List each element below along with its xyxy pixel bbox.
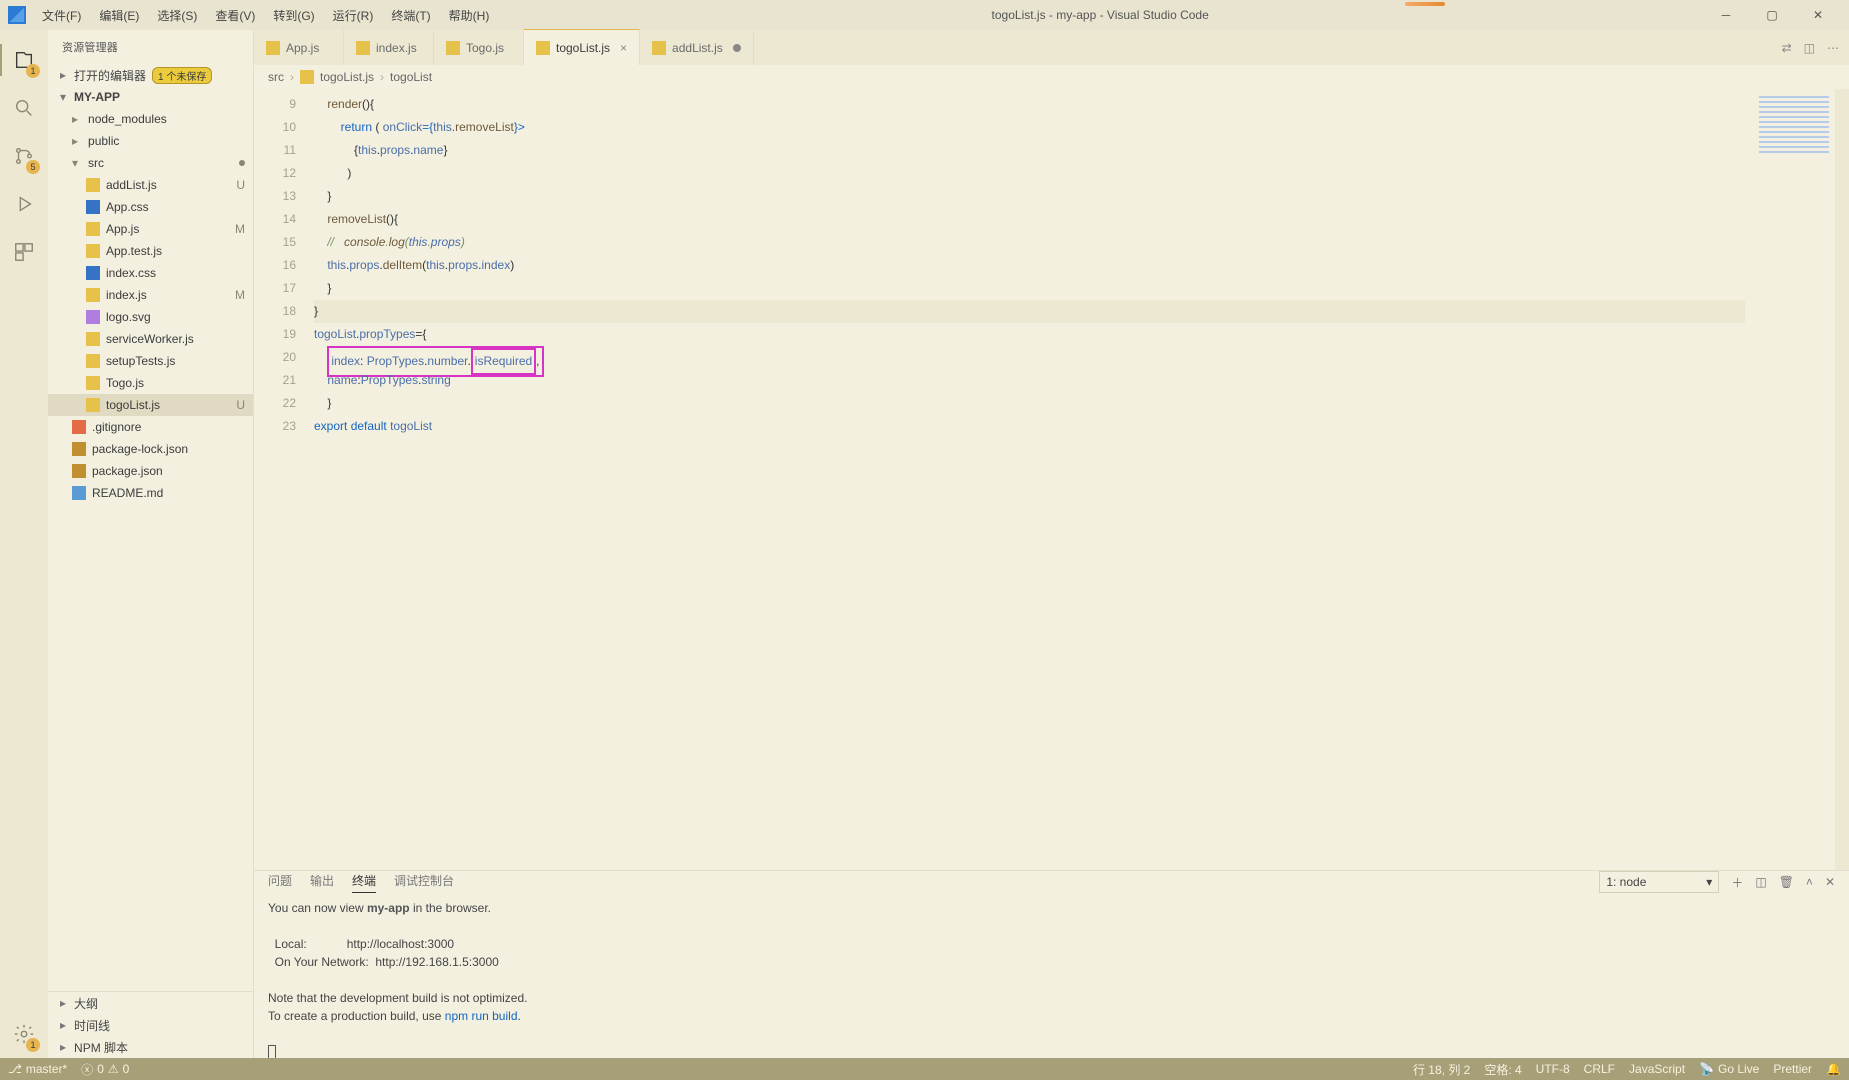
settings-badge: 1 (26, 1038, 40, 1052)
status-bell-icon[interactable]: 🔔 (1826, 1062, 1841, 1076)
file-gitignore[interactable]: .gitignore (48, 416, 253, 438)
terminal-trash-icon[interactable]: 🗑 (1779, 875, 1794, 889)
file-indexcss[interactable]: index.css (48, 262, 253, 284)
activity-bar: 1 5 1 (0, 30, 48, 1058)
section-outline[interactable]: 大纲 (48, 992, 253, 1014)
tab-strip: App.js index.js Togo.js togoList.js× add… (254, 30, 1849, 65)
code-area[interactable]: render(){ return ( onClick={this.removeL… (314, 89, 1745, 870)
window-title: togoList.js - my-app - Visual Studio Cod… (499, 8, 1701, 22)
file-togo[interactable]: Togo.js (48, 372, 253, 394)
status-bar: ⎇ master* ⓧ 0 ⚠ 0 行 18, 列 2 空格: 4 UTF-8 … (0, 1058, 1849, 1080)
activity-explorer[interactable]: 1 (0, 36, 48, 84)
window-minimize-button[interactable]: ─ (1703, 0, 1749, 30)
sidebar: 资源管理器 打开的编辑器 1 个未保存 MY-APP node_modules … (48, 30, 254, 1058)
menu-select[interactable]: 选择(S) (149, 3, 205, 28)
file-togolist[interactable]: togoList.jsU (48, 394, 253, 416)
tab-togojs[interactable]: Togo.js (434, 30, 524, 65)
status-problems[interactable]: ⓧ 0 ⚠ 0 (81, 1061, 129, 1078)
status-prettier[interactable]: Prettier (1773, 1062, 1812, 1076)
explorer-badge: 1 (26, 64, 40, 78)
activity-scm[interactable]: 5 (0, 132, 48, 180)
file-appjs[interactable]: App.jsM (48, 218, 253, 240)
split-icon[interactable]: ◫ (1804, 41, 1815, 55)
tab-close-icon[interactable]: × (620, 41, 627, 55)
scm-badge: 5 (26, 160, 40, 174)
menu-view[interactable]: 查看(V) (207, 3, 263, 28)
folder-modified-icon (239, 160, 245, 166)
status-branch[interactable]: ⎇ master* (8, 1062, 67, 1076)
status-language[interactable]: JavaScript (1629, 1062, 1685, 1076)
tab-togolist[interactable]: togoList.js× (524, 29, 640, 65)
editor[interactable]: 91011121314151617181920212223 render(){ … (254, 89, 1849, 870)
menu-edit[interactable]: 编辑(E) (91, 3, 147, 28)
panel-maximize-icon[interactable]: ˄ (1806, 875, 1813, 889)
file-setuptests[interactable]: setupTests.js (48, 350, 253, 372)
terminal-cursor-icon (268, 1045, 276, 1059)
status-indent[interactable]: 空格: 4 (1484, 1061, 1521, 1078)
sidebar-title: 资源管理器 (48, 30, 253, 64)
tab-addlist[interactable]: addList.js (640, 30, 754, 65)
menu-file[interactable]: 文件(F) (34, 3, 89, 28)
scrollbar[interactable] (1835, 89, 1849, 870)
more-icon[interactable]: ⋯ (1827, 41, 1839, 55)
panel-tab-debug[interactable]: 调试控制台 (394, 872, 454, 892)
file-appcss[interactable]: App.css (48, 196, 253, 218)
status-encoding[interactable]: UTF-8 (1536, 1062, 1570, 1076)
menu-goto[interactable]: 转到(G) (265, 3, 322, 28)
section-timeline[interactable]: 时间线 (48, 1014, 253, 1036)
panel: 问题 输出 终端 调试控制台 1: node▾ ＋ ◫ 🗑 ˄ ✕ You ca… (254, 870, 1849, 1058)
tab-appjs[interactable]: App.js (254, 30, 344, 65)
project-name: MY-APP (74, 90, 120, 104)
dirty-dot-icon (733, 44, 741, 52)
panel-tab-output[interactable]: 输出 (310, 872, 334, 892)
terminal-add-icon[interactable]: ＋ (1731, 874, 1743, 891)
panel-close-icon[interactable]: ✕ (1825, 875, 1835, 889)
activity-search[interactable] (0, 84, 48, 132)
window-maximize-button[interactable]: ▢ (1749, 0, 1795, 30)
menu-help[interactable]: 帮助(H) (441, 3, 498, 28)
file-tree: node_modules public src addList.jsU App.… (48, 108, 253, 991)
tab-indexjs[interactable]: index.js (344, 30, 434, 65)
compare-icon[interactable]: ⇄ (1782, 41, 1792, 55)
panel-tab-terminal[interactable]: 终端 (352, 872, 376, 893)
window-close-button[interactable]: ✕ (1795, 0, 1841, 30)
terminal-output[interactable]: You can now view my-app in the browser. … (254, 893, 1849, 1070)
title-bar: 文件(F) 编辑(E) 选择(S) 查看(V) 转到(G) 运行(R) 终端(T… (0, 0, 1849, 30)
file-readme[interactable]: README.md (48, 482, 253, 504)
menu-run[interactable]: 运行(R) (325, 3, 382, 28)
accent-decoration (1405, 2, 1445, 6)
unsaved-badge: 1 个未保存 (152, 67, 212, 84)
file-pkglock[interactable]: package-lock.json (48, 438, 253, 460)
folder-src[interactable]: src (48, 152, 253, 174)
panel-tab-problems[interactable]: 问题 (268, 872, 292, 892)
activity-settings[interactable]: 1 (0, 1010, 48, 1058)
menu-terminal[interactable]: 终端(T) (383, 3, 438, 28)
file-logosvg[interactable]: logo.svg (48, 306, 253, 328)
terminal-select[interactable]: 1: node▾ (1599, 871, 1719, 893)
folder-public[interactable]: public (48, 130, 253, 152)
activity-debug[interactable] (0, 180, 48, 228)
file-addlist[interactable]: addList.jsU (48, 174, 253, 196)
status-eol[interactable]: CRLF (1584, 1062, 1615, 1076)
file-pkg[interactable]: package.json (48, 460, 253, 482)
file-indexjs[interactable]: index.jsM (48, 284, 253, 306)
open-editors-label: 打开的编辑器 (74, 67, 146, 84)
status-position[interactable]: 行 18, 列 2 (1413, 1061, 1470, 1078)
minimap[interactable] (1745, 89, 1835, 870)
section-npm[interactable]: NPM 脚本 (48, 1036, 253, 1058)
terminal-split-icon[interactable]: ◫ (1755, 875, 1766, 889)
file-apptest[interactable]: App.test.js (48, 240, 253, 262)
activity-extensions[interactable] (0, 228, 48, 276)
open-editors-section[interactable]: 打开的编辑器 1 个未保存 (48, 64, 253, 86)
line-gutter: 91011121314151617181920212223 (254, 89, 314, 870)
folder-node-modules[interactable]: node_modules (48, 108, 253, 130)
breadcrumbs[interactable]: src› togoList.js› togoList (254, 65, 1849, 89)
file-serviceworker[interactable]: serviceWorker.js (48, 328, 253, 350)
status-golive[interactable]: 📡 Go Live (1699, 1062, 1759, 1076)
project-section[interactable]: MY-APP (48, 86, 253, 108)
vscode-logo-icon (8, 6, 26, 24)
